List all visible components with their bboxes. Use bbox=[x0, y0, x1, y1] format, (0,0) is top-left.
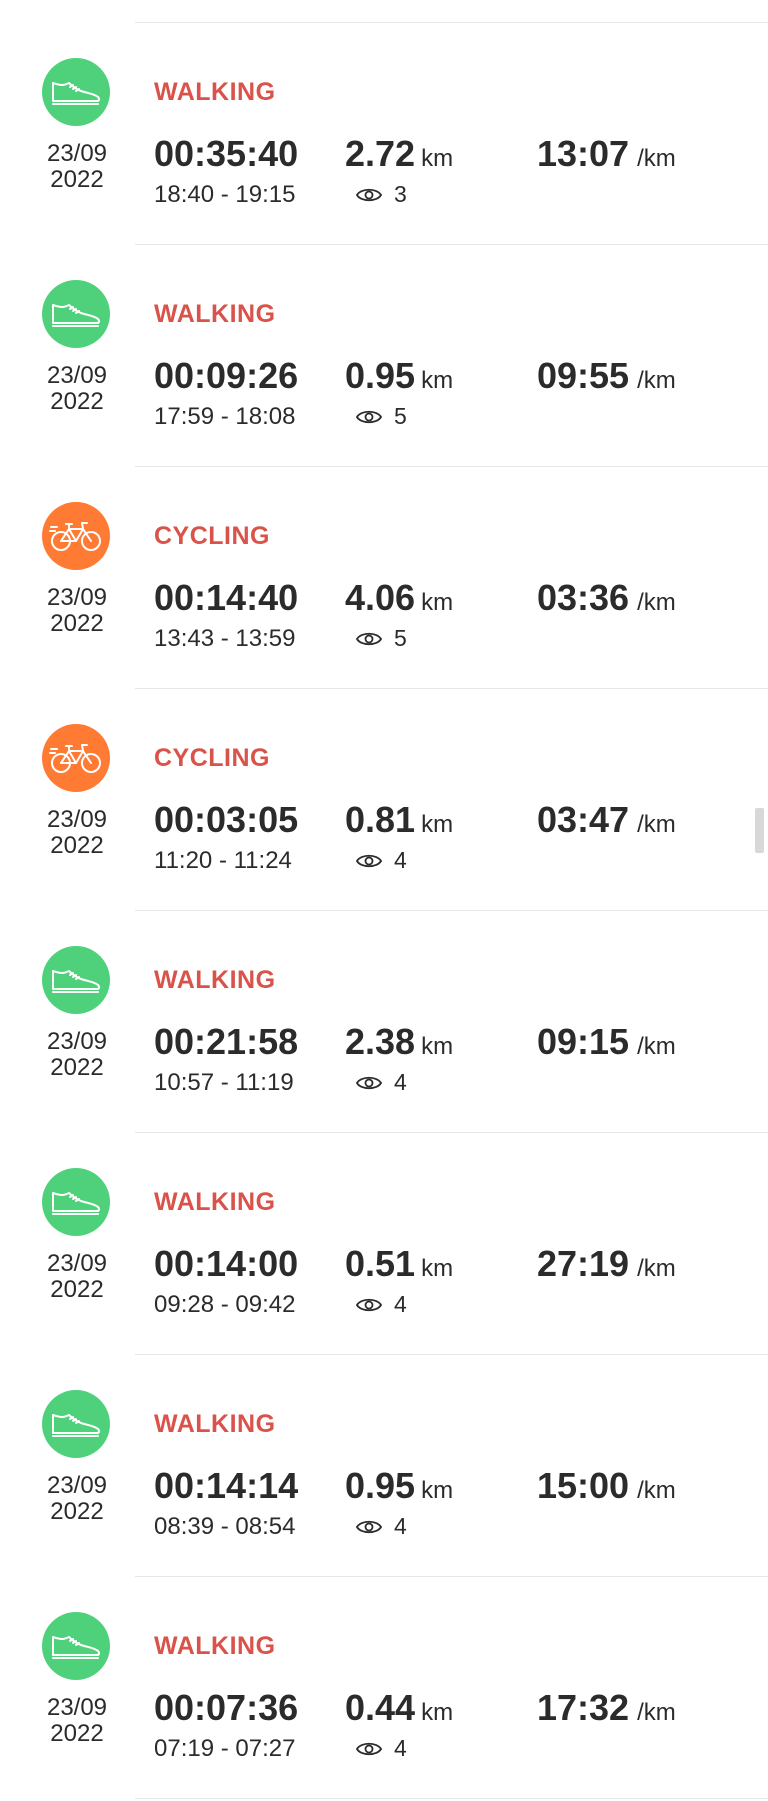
shoe-icon bbox=[42, 1390, 110, 1458]
activity-list: 23/09 2022 WALKING 00:35:40 18:40 - 19:1… bbox=[0, 0, 768, 1801]
activity-distance: 0.81 km bbox=[345, 799, 454, 840]
activity-time-range: 11:20 - 11:24 bbox=[154, 847, 292, 874]
shoe-icon bbox=[42, 946, 110, 1014]
eye-icon bbox=[356, 852, 388, 870]
eye-icon bbox=[356, 1074, 388, 1092]
activity-pace: 03:36/km bbox=[537, 577, 676, 618]
eye-icon bbox=[356, 1518, 388, 1536]
activity-duration: 00:21:58 bbox=[154, 1021, 299, 1062]
activity-row[interactable]: 23/09 2022 WALKING 00:35:40 18:40 - 19:1… bbox=[0, 23, 768, 245]
activity-row[interactable]: 23/09 2022 WALKING 00:14:14 08:39 - 08:5… bbox=[0, 1355, 768, 1577]
activity-duration: 00:35:40 bbox=[154, 133, 299, 174]
activity-views: 4 bbox=[356, 1291, 407, 1318]
activity-pace: 09:15/km bbox=[537, 1021, 676, 1062]
scrollbar-thumb[interactable] bbox=[755, 808, 764, 853]
activity-date: 23/09 2022 bbox=[46, 806, 108, 859]
activity-views: 4 bbox=[356, 1735, 407, 1762]
eye-icon bbox=[356, 630, 388, 648]
activity-distance: 0.44 km bbox=[345, 1687, 454, 1728]
activity-duration: 00:14:00 bbox=[154, 1243, 299, 1284]
activity-date: 23/09 2022 bbox=[46, 1472, 108, 1525]
activity-time-range: 18:40 - 19:15 bbox=[154, 181, 296, 208]
activity-views: 4 bbox=[356, 847, 407, 874]
eye-icon bbox=[356, 408, 388, 426]
activity-time-range: 10:57 - 11:19 bbox=[154, 1069, 294, 1096]
activity-duration: 00:14:40 bbox=[154, 577, 299, 618]
activity-duration: 00:14:14 bbox=[154, 1465, 299, 1506]
activity-distance: 2.38 km bbox=[345, 1021, 454, 1062]
activity-duration: 00:09:26 bbox=[154, 355, 299, 396]
activity-time-range: 09:28 - 09:42 bbox=[154, 1291, 296, 1318]
activity-date: 23/09 2022 bbox=[46, 1694, 108, 1747]
activity-row[interactable]: 23/09 2022 WALKING 00:14:00 09:28 - 09:4… bbox=[0, 1133, 768, 1355]
activity-type: CYCLING bbox=[154, 744, 270, 772]
eye-icon bbox=[356, 186, 388, 204]
activity-views: 4 bbox=[356, 1069, 407, 1096]
activity-distance: 0.51 km bbox=[345, 1243, 454, 1284]
activity-time-range: 13:43 - 13:59 bbox=[154, 625, 296, 652]
activity-pace: 17:32/km bbox=[537, 1687, 676, 1728]
activity-type: WALKING bbox=[154, 300, 276, 328]
activity-row[interactable]: 23/09 2022 WALKING 00:09:26 17:59 - 18:0… bbox=[0, 245, 768, 467]
activity-row[interactable]: 23/09 2022 WALKING 00:07:36 07:19 - 07:2… bbox=[0, 1577, 768, 1799]
activity-type: WALKING bbox=[154, 966, 276, 994]
activity-date: 23/09 2022 bbox=[46, 584, 108, 637]
eye-icon bbox=[356, 1740, 388, 1758]
activity-views: 5 bbox=[356, 625, 407, 652]
activity-time-range: 08:39 - 08:54 bbox=[154, 1513, 296, 1540]
activity-type: WALKING bbox=[154, 1632, 276, 1660]
shoe-icon bbox=[42, 1168, 110, 1236]
activity-pace: 03:47/km bbox=[537, 799, 676, 840]
activity-distance: 0.95 km bbox=[345, 1465, 454, 1506]
activity-views: 3 bbox=[356, 181, 407, 208]
activity-row[interactable]: 23/09 2022 WALKING 00:21:58 10:57 - 11:1… bbox=[0, 911, 768, 1133]
activity-duration: 00:07:36 bbox=[154, 1687, 299, 1728]
activity-pace: 15:00/km bbox=[537, 1465, 676, 1506]
bicycle-icon bbox=[42, 724, 110, 792]
activity-pace: 13:07/km bbox=[537, 133, 676, 174]
activity-pace: 09:55/km bbox=[537, 355, 676, 396]
activity-distance: 4.06 km bbox=[345, 577, 454, 618]
activity-type: WALKING bbox=[154, 1188, 276, 1216]
activity-views: 5 bbox=[356, 403, 407, 430]
bicycle-icon bbox=[42, 502, 110, 570]
shoe-icon bbox=[42, 58, 110, 126]
activity-time-range: 17:59 - 18:08 bbox=[154, 403, 296, 430]
activity-duration: 00:03:05 bbox=[154, 799, 299, 840]
divider bbox=[135, 1798, 768, 1799]
shoe-icon bbox=[42, 1612, 110, 1680]
activity-pace: 27:19/km bbox=[537, 1243, 676, 1284]
eye-icon bbox=[356, 1296, 388, 1314]
activity-date: 23/09 2022 bbox=[46, 140, 108, 193]
activity-views: 4 bbox=[356, 1513, 407, 1540]
shoe-icon bbox=[42, 280, 110, 348]
activity-row[interactable]: 23/09 2022 CYCLING 00:03:05 11:20 - 11:2… bbox=[0, 689, 768, 911]
activity-date: 23/09 2022 bbox=[46, 1250, 108, 1303]
activity-distance: 0.95 km bbox=[345, 355, 454, 396]
activity-date: 23/09 2022 bbox=[46, 362, 108, 415]
activity-type: WALKING bbox=[154, 78, 276, 106]
activity-row[interactable]: 23/09 2022 CYCLING 00:14:40 13:43 - 13:5… bbox=[0, 467, 768, 689]
activity-type: CYCLING bbox=[154, 522, 270, 550]
activity-date: 23/09 2022 bbox=[46, 1028, 108, 1081]
activity-distance: 2.72 km bbox=[345, 133, 454, 174]
activity-time-range: 07:19 - 07:27 bbox=[154, 1735, 296, 1762]
activity-type: WALKING bbox=[154, 1410, 276, 1438]
